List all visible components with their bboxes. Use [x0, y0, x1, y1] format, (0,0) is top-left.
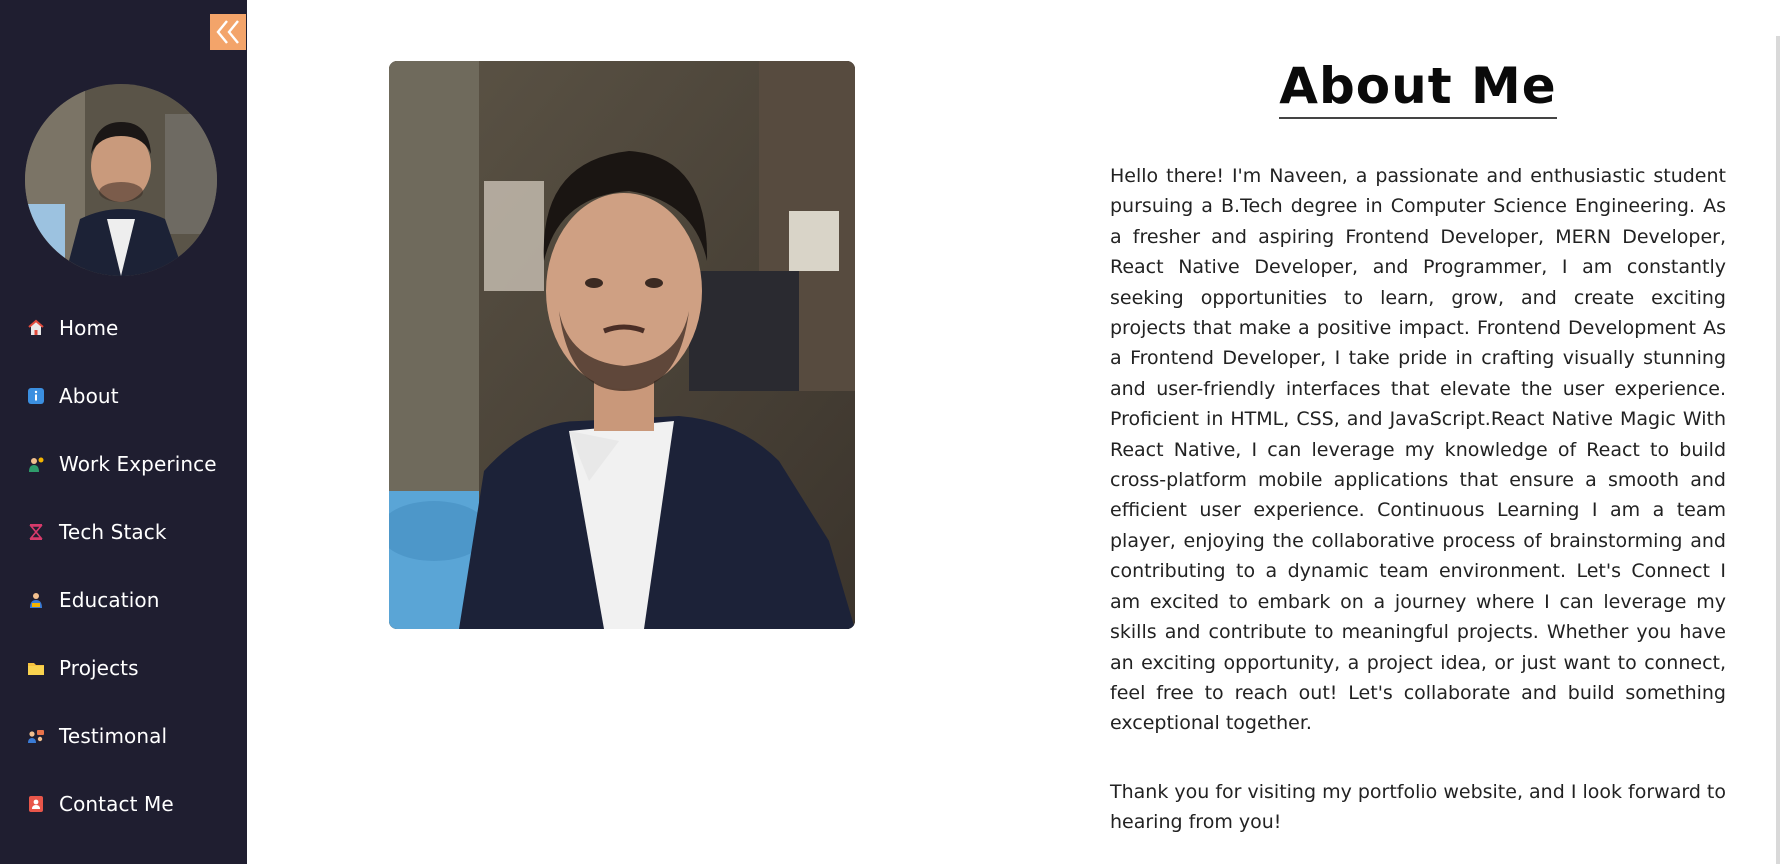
about-thanks-text: Thank you for visiting my portfolio webs… [1110, 781, 1726, 834]
about-header: About Me [1110, 60, 1726, 119]
page-title: About Me [1279, 60, 1557, 119]
hourglass-icon [27, 523, 45, 541]
sidebar-item-projects[interactable]: Projects [0, 648, 247, 688]
sidebar-item-tech-stack[interactable]: Tech Stack [0, 512, 247, 552]
people-icon [27, 727, 45, 745]
contact-book-icon [27, 795, 45, 813]
sidebar-item-label: Tech Stack [59, 520, 167, 544]
sidebar: Home About Work Experince Tech Stack Edu… [0, 0, 247, 864]
profile-photo [389, 61, 855, 629]
sidebar-item-about[interactable]: About [0, 376, 247, 416]
sidebar-item-testimonial[interactable]: Testimonal [0, 716, 247, 756]
sidebar-item-label: Education [59, 588, 160, 612]
sidebar-item-label: About [59, 384, 119, 408]
scrollbar[interactable] [1776, 36, 1780, 864]
double-chevron-left-icon [216, 20, 239, 44]
sidebar-item-contact-me[interactable]: Contact Me [0, 784, 247, 824]
sidebar-item-work-experience[interactable]: Work Experince [0, 444, 247, 484]
sidebar-item-label: Contact Me [59, 792, 174, 816]
sidebar-item-education[interactable]: Education [0, 580, 247, 620]
info-icon [27, 387, 45, 405]
student-icon [27, 591, 45, 609]
avatar [25, 84, 217, 276]
collapse-sidebar-button[interactable] [210, 14, 246, 50]
sidebar-item-home[interactable]: Home [0, 308, 247, 348]
worker-icon [27, 455, 45, 473]
home-icon [27, 319, 45, 337]
sidebar-item-label: Work Experince [59, 452, 217, 476]
sidebar-item-label: Testimonal [59, 724, 168, 748]
folder-icon [27, 659, 45, 677]
sidebar-item-label: Home [59, 316, 119, 340]
about-bio-text: Hello there! I'm Naveen, a passionate an… [1110, 165, 1726, 735]
sidebar-item-label: Projects [59, 656, 139, 680]
